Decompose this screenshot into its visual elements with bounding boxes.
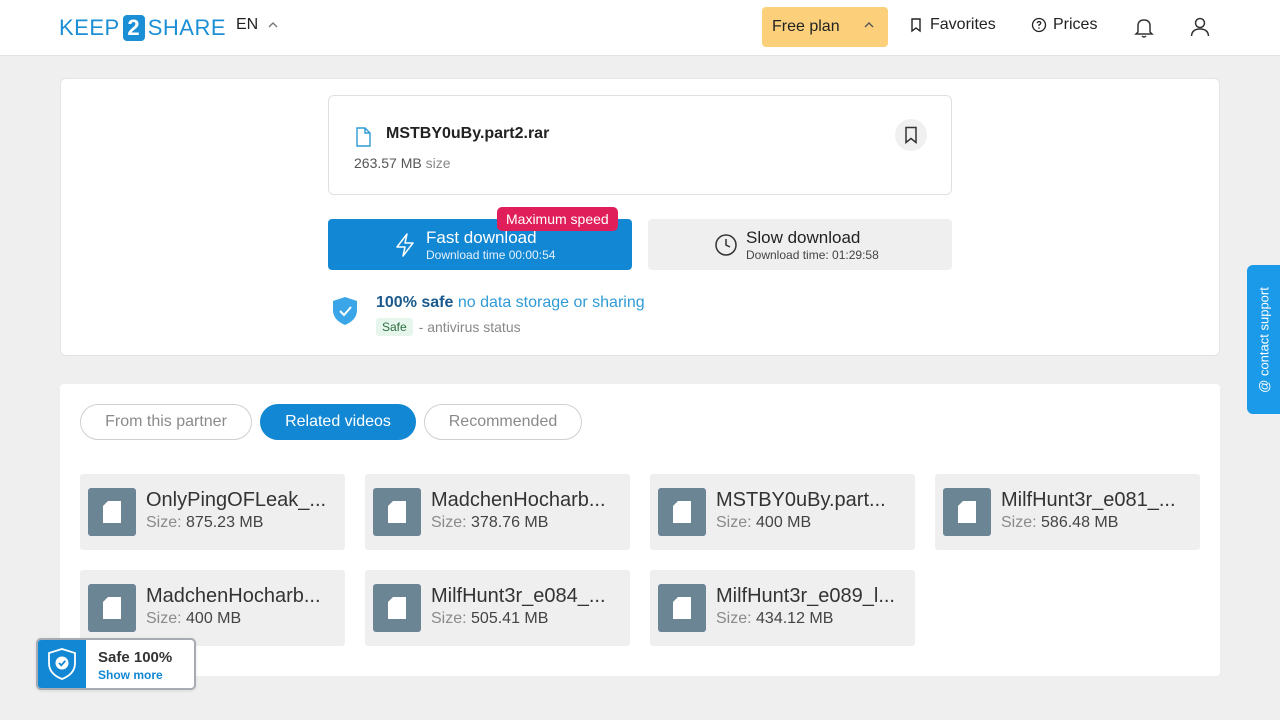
show-more-link[interactable]: Show more (98, 668, 163, 682)
size-value: 505.41 MB (471, 610, 549, 627)
size-value: 434.12 MB (756, 610, 834, 627)
contact-support-label: @ contact support (1256, 286, 1271, 393)
prices-label: Prices (1053, 16, 1098, 33)
tab-label: From this partner (105, 413, 227, 430)
size-value: 586.48 MB (1041, 514, 1119, 531)
file-name: MilfHunt3r_e081_... (1001, 489, 1176, 511)
shield-check-icon (333, 297, 357, 325)
size-label: Size: (716, 514, 752, 531)
file-icon (356, 127, 371, 147)
plan-label: Free plan (772, 18, 840, 35)
free-plan-button[interactable]: Free plan (762, 7, 888, 47)
file-icon (88, 488, 136, 536)
file-size: Size: 875.23 MB (146, 514, 263, 532)
related-file-item[interactable]: OnlyPingOFLeak_... Size: 875.23 MB (80, 474, 345, 550)
tab-from-this-partner[interactable]: From this partner (80, 404, 252, 440)
tab-recommended[interactable]: Recommended (424, 404, 582, 440)
related-file-item[interactable]: MilfHunt3r_e089_l... Size: 434.12 MB (650, 570, 915, 646)
file-name: MadchenHocharb... (431, 489, 606, 511)
antivirus-status-text: - antivirus status (418, 319, 521, 335)
size-value: 875.23 MB (186, 514, 264, 531)
file-size: 263.57 MB size (354, 155, 451, 171)
safety-note: no data storage or sharing (457, 294, 645, 311)
related-file-item[interactable]: MilfHunt3r_e084_... Size: 505.41 MB (365, 570, 630, 646)
chevron-up-icon (864, 19, 874, 31)
safety-bold: 100% safe (376, 294, 454, 311)
safe-widget-title: Safe 100% (98, 649, 173, 666)
size-value: 378.76 MB (471, 514, 549, 531)
bookmark-icon (911, 18, 921, 33)
safe-widget[interactable]: Safe 100% Show more (36, 638, 196, 690)
size-label: Size: (146, 514, 182, 531)
logo-text-left: KEEP (59, 15, 120, 40)
size-label: Size: (431, 514, 467, 531)
safety-headline: 100% safe no data storage or sharing (376, 294, 645, 312)
prices-link[interactable]: Prices (1031, 16, 1097, 34)
file-name: MSTBY0uBy.part... (716, 489, 886, 511)
file-name: OnlyPingOFLeak_... (146, 489, 327, 511)
file-size: Size: 434.12 MB (716, 610, 833, 628)
safe-pill: Safe (376, 318, 413, 336)
related-file-item[interactable]: MSTBY0uBy.part... Size: 400 MB (650, 474, 915, 550)
favorites-link[interactable]: Favorites (908, 16, 996, 34)
file-size: Size: 505.41 MB (431, 610, 548, 628)
file-card: MSTBY0uBy.part2.rar 263.57 MB size (328, 95, 952, 195)
bell-icon[interactable] (1132, 15, 1156, 39)
help-circle-icon (1031, 17, 1047, 33)
clock-icon (715, 234, 737, 256)
size-label: Size: (716, 610, 752, 627)
lightning-icon (396, 233, 414, 257)
fast-download-label: Fast download (426, 228, 537, 247)
file-name: MSTBY0uBy.part2.rar (386, 125, 550, 142)
file-icon (658, 584, 706, 632)
related-file-item[interactable]: MadchenHocharb... Size: 378.76 MB (365, 474, 630, 550)
file-name: MadchenHocharb... (146, 585, 321, 607)
file-size: Size: 378.76 MB (431, 514, 548, 532)
contact-support-tab[interactable]: @ contact support (1247, 265, 1280, 414)
file-icon (373, 488, 421, 536)
slow-download-button[interactable]: Slow download Download time: 01:29:58 (648, 219, 952, 270)
file-icon (658, 488, 706, 536)
file-size-value: 263.57 MB (354, 155, 422, 171)
shield-check-icon (38, 640, 86, 688)
chevron-up-icon (268, 19, 278, 31)
file-icon (943, 488, 991, 536)
logo-text-mid: 2 (122, 15, 145, 41)
file-name: MilfHunt3r_e089_l... (716, 585, 895, 607)
file-size: Size: 586.48 MB (1001, 514, 1118, 532)
size-label: Size: (1001, 514, 1037, 531)
bookmark-icon (905, 126, 917, 144)
bookmark-button[interactable] (895, 119, 927, 151)
antivirus-status: Safe - antivirus status (376, 318, 521, 336)
file-icon (373, 584, 421, 632)
logo-text-right: SHARE (147, 15, 226, 40)
related-file-item[interactable]: MadchenHocharb... Size: 400 MB (80, 570, 345, 646)
file-size: Size: 400 MB (716, 514, 811, 532)
tab-related-videos[interactable]: Related videos (260, 404, 416, 440)
user-icon[interactable] (1188, 15, 1212, 39)
size-label: Size: (146, 610, 182, 627)
file-icon (88, 584, 136, 632)
tab-label: Related videos (285, 413, 391, 430)
favorites-label: Favorites (930, 16, 996, 33)
fast-download-time: Download time 00:00:54 (426, 248, 556, 262)
language-label: EN (236, 16, 259, 33)
top-header: KEEP 2 SHARE EN Free plan Favorites Pric… (0, 0, 1280, 56)
maximum-speed-badge: Maximum speed (497, 207, 618, 231)
related-file-item[interactable]: MilfHunt3r_e081_... Size: 586.48 MB (935, 474, 1200, 550)
slow-download-label: Slow download (746, 228, 861, 247)
slow-download-time: Download time: 01:29:58 (746, 248, 879, 262)
size-value: 400 MB (186, 610, 242, 627)
file-name: MilfHunt3r_e084_... (431, 585, 606, 607)
logo[interactable]: KEEP 2 SHARE (59, 14, 226, 42)
size-value: 400 MB (756, 514, 812, 531)
file-size-label: size (425, 155, 451, 171)
size-label: Size: (431, 610, 467, 627)
file-size: Size: 400 MB (146, 610, 241, 628)
language-selector[interactable]: EN (236, 16, 278, 34)
tab-label: Recommended (448, 413, 558, 430)
